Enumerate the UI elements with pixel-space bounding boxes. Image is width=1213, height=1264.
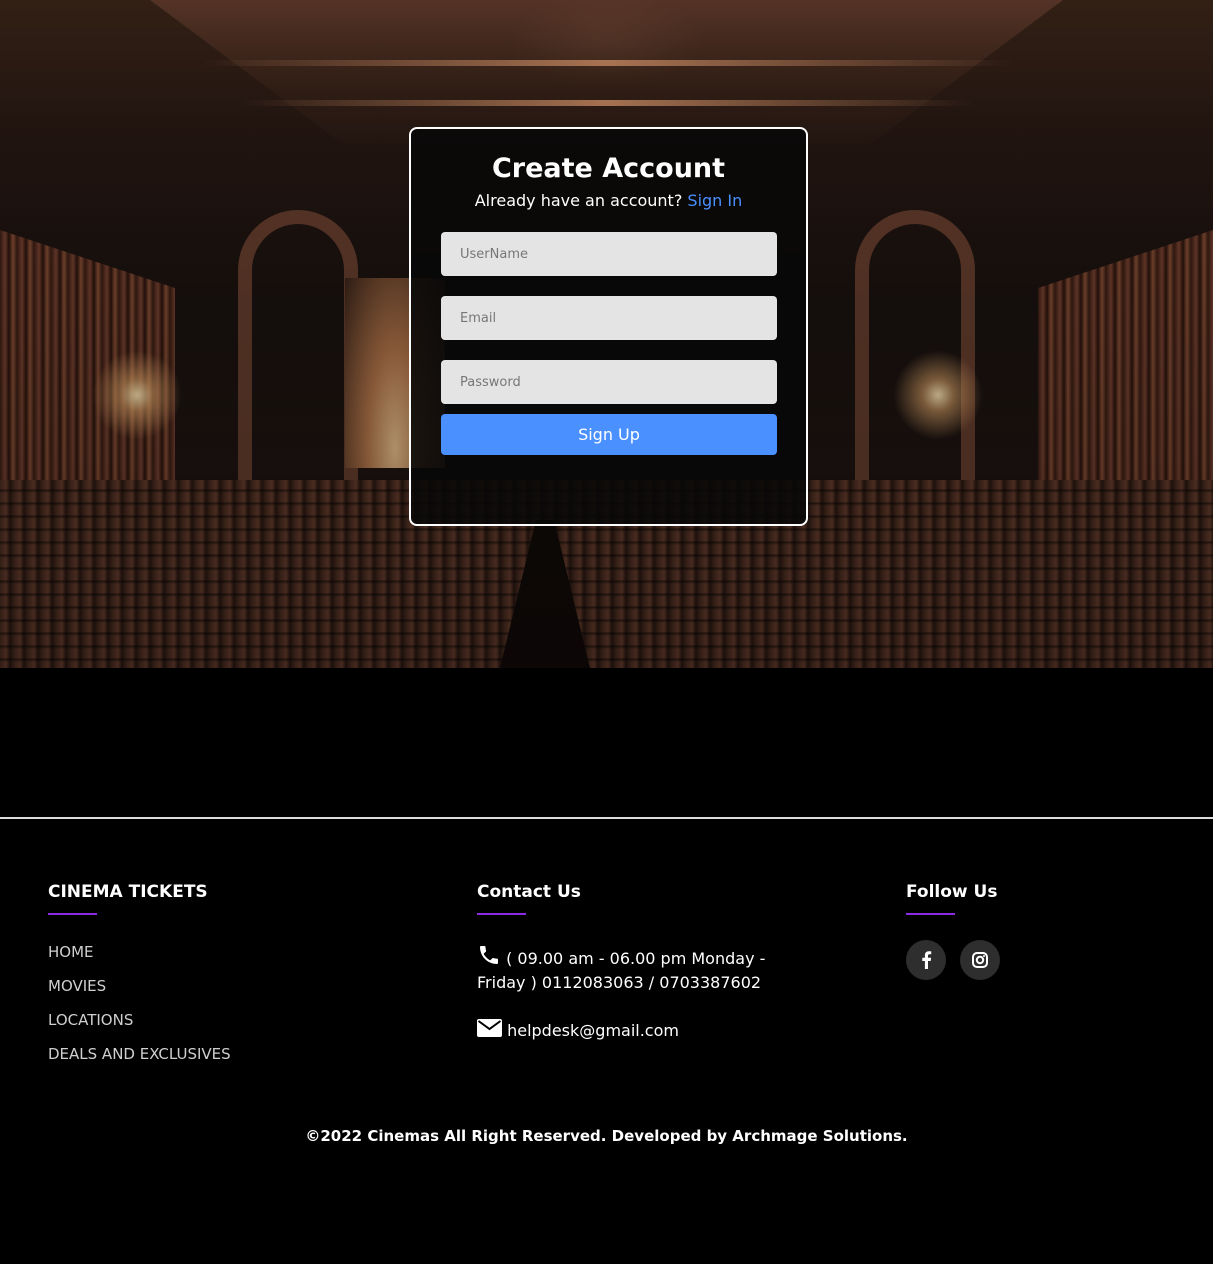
envelope-icon xyxy=(477,1019,502,1037)
password-input[interactable] xyxy=(441,360,777,404)
username-input[interactable] xyxy=(441,232,777,276)
footer-divider xyxy=(0,817,1213,819)
form-subtitle: Already have an account? Sign In xyxy=(411,191,806,210)
instagram-button[interactable] xyxy=(960,940,1000,980)
hours-line-1: ( 09.00 am - 06.00 pm Monday - xyxy=(506,949,766,968)
follow-title-underline xyxy=(906,913,955,915)
footer-link-deals[interactable]: DEALS AND EXCLUSIVES xyxy=(48,1045,231,1063)
footer-link-movies[interactable]: MOVIES xyxy=(48,977,106,995)
sign-up-button[interactable]: Sign Up xyxy=(441,414,777,455)
footer-link-locations[interactable]: LOCATIONS xyxy=(48,1011,133,1029)
contact-hours: ( 09.00 am - 06.00 pm Monday - Friday ) … xyxy=(477,943,797,995)
contact-title: Contact Us xyxy=(477,882,581,902)
sign-in-link[interactable]: Sign In xyxy=(687,191,742,210)
brand-title-underline xyxy=(48,913,97,915)
instagram-icon xyxy=(972,952,988,968)
footer-brand-title: CINEMA TICKETS xyxy=(48,882,208,902)
facebook-icon xyxy=(922,951,932,969)
contact-title-underline xyxy=(477,913,526,915)
form-title: Create Account xyxy=(491,153,726,184)
email-input[interactable] xyxy=(441,296,777,340)
subtitle-text: Already have an account? xyxy=(474,191,683,210)
follow-title: Follow Us xyxy=(906,882,998,902)
hours-line-2: Friday ) 0112083063 / 0703387602 xyxy=(477,973,762,992)
create-account-card: Create Account Already have an account? … xyxy=(409,127,808,526)
phone-icon xyxy=(480,946,498,964)
copyright-text: ©2022 Cinemas All Right Reserved. Develo… xyxy=(305,1127,908,1145)
contact-email: helpdesk@gmail.com xyxy=(477,1019,679,1043)
facebook-button[interactable] xyxy=(906,940,946,980)
footer-link-home[interactable]: HOME xyxy=(48,943,94,961)
email-link[interactable]: helpdesk@gmail.com xyxy=(507,1021,679,1040)
